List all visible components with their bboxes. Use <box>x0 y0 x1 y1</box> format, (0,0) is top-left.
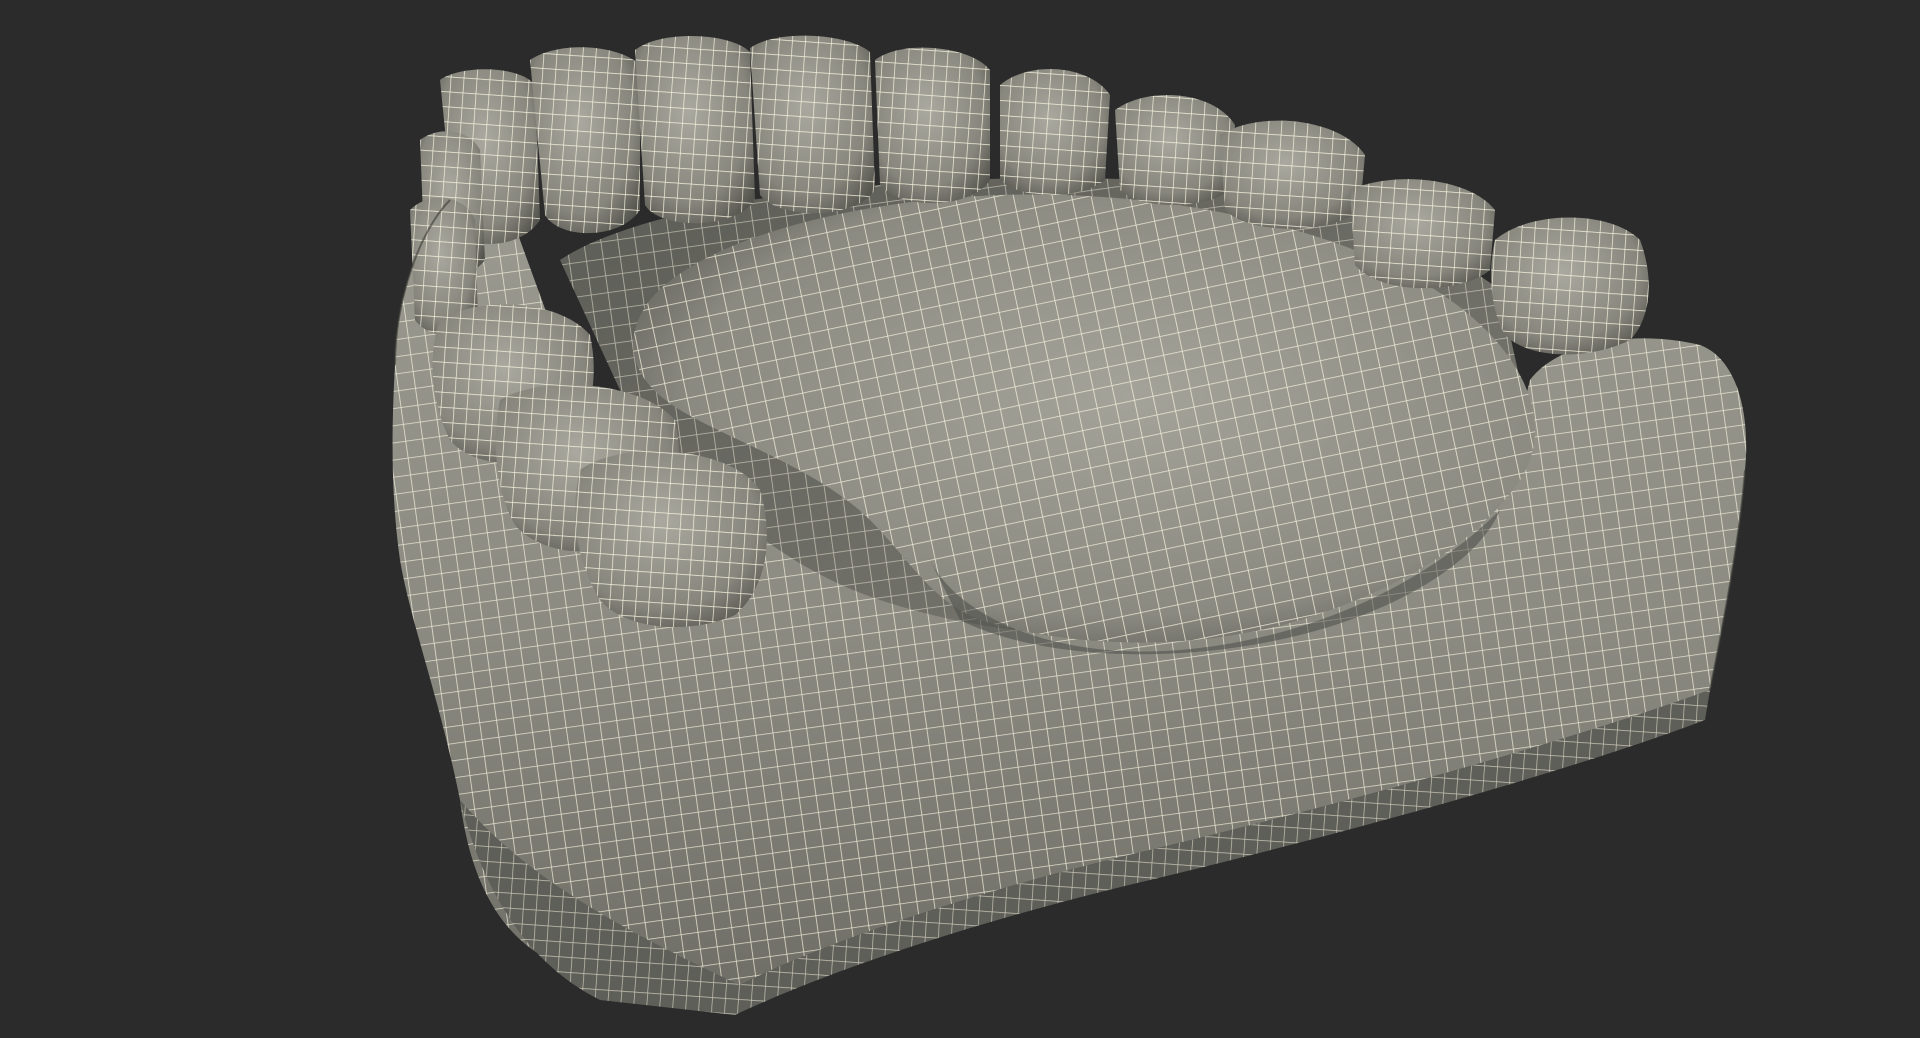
tooth-back-3 <box>635 35 755 224</box>
tooth-left-molar <box>575 451 767 627</box>
tooth-back-9 <box>1350 179 1495 289</box>
tooth-back-2 <box>530 47 640 234</box>
render-viewport <box>0 0 1920 1038</box>
dental-model-render <box>392 35 1747 1015</box>
dental-model <box>392 35 1747 1015</box>
tooth-back-7 <box>1115 94 1235 205</box>
tooth-molar-right <box>1491 217 1649 355</box>
tooth-back-8 <box>1220 120 1365 229</box>
tooth-back-5 <box>875 47 990 204</box>
tooth-back-6 <box>1000 68 1110 195</box>
tooth-back-4 <box>750 35 875 214</box>
